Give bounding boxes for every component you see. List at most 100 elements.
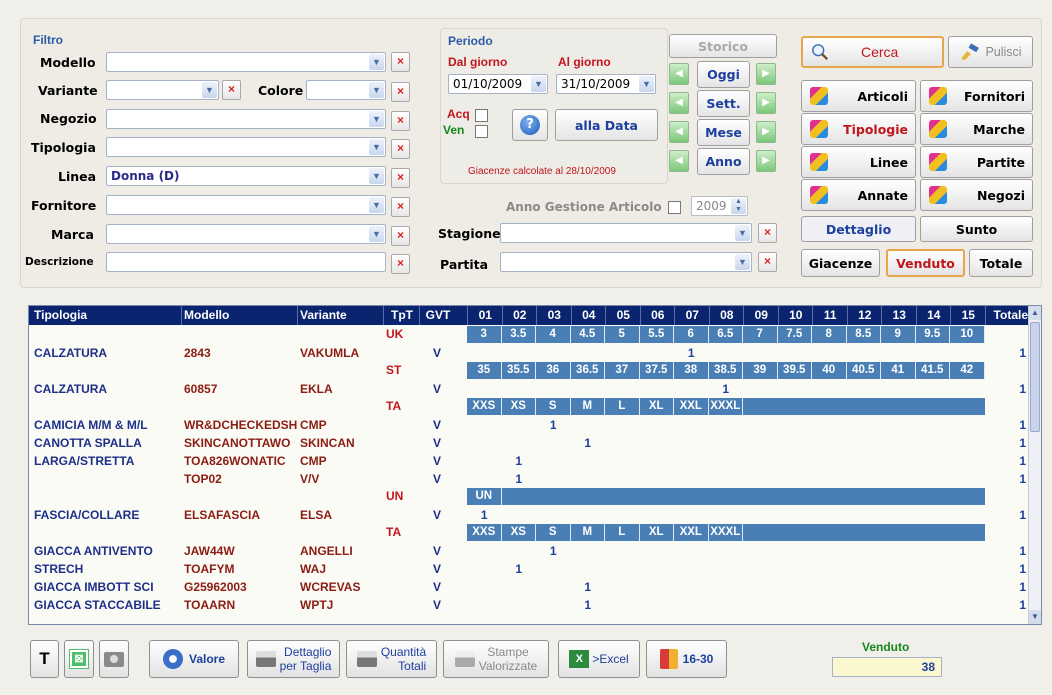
camera-button[interactable]	[99, 640, 129, 678]
prev-mese-button[interactable]: ◀	[669, 121, 689, 143]
grid-header-cell[interactable]: 05	[608, 308, 639, 322]
grid-header-cell[interactable]: 09	[746, 308, 777, 322]
venduto-toggle[interactable]: Venduto	[886, 249, 965, 277]
chevron-down-icon[interactable]: ▼	[202, 82, 217, 98]
table-row[interactable]: GIACCA IMBOTT SCI G25962003 WCREVAS V 1 1	[29, 578, 1029, 596]
al-date-picker[interactable]: 31/10/2009 ▼	[556, 74, 656, 94]
stagione-combo[interactable]: ▼	[500, 223, 752, 243]
grid-header-cell[interactable]: 04	[574, 308, 605, 322]
storico-button[interactable]: Storico	[669, 34, 777, 58]
marca-combo[interactable]: ▼	[106, 224, 386, 244]
chevron-down-icon[interactable]: ▼	[369, 54, 384, 70]
prev-oggi-button[interactable]: ◀	[669, 63, 689, 85]
alla-data-button[interactable]: alla Data	[555, 109, 658, 141]
grid-header-cell[interactable]: 03	[539, 308, 570, 322]
grid-header-cell[interactable]: TpT	[386, 308, 418, 322]
variante-combo[interactable]: ▼	[106, 80, 219, 100]
excel-button[interactable]: X >Excel	[558, 640, 640, 678]
results-grid[interactable]: Tipologia Modello Variante TpT GVT 01 02 03 04 05…	[28, 305, 1042, 625]
chevron-down-icon[interactable]: ▼	[369, 197, 384, 213]
next-mese-button[interactable]: ▶	[756, 121, 776, 143]
descrizione-clear-button[interactable]: ×	[391, 254, 410, 274]
scroll-up-icon[interactable]: ▲	[1029, 306, 1041, 320]
grid-header-cell[interactable]: 06	[643, 308, 674, 322]
chevron-down-icon[interactable]: ▼	[369, 111, 384, 127]
next-anno-button[interactable]: ▶	[756, 150, 776, 172]
next-sett-button[interactable]: ▶	[756, 92, 776, 114]
spinner-icon[interactable]: ▲ ▼	[731, 198, 746, 214]
modello-combo[interactable]: ▼	[106, 52, 386, 72]
chevron-down-icon[interactable]: ▼	[369, 82, 384, 98]
grid-header-cell[interactable]: Modello	[184, 308, 229, 322]
stampe-valorizzate-button[interactable]: Stampe Valorizzate	[443, 640, 549, 678]
chevron-down-icon[interactable]: ▼	[639, 76, 654, 92]
partita-combo[interactable]: ▼	[500, 252, 752, 272]
valore-button[interactable]: Valore	[149, 640, 239, 678]
quantita-totali-button[interactable]: Quantità Totali	[346, 640, 437, 678]
negozio-combo[interactable]: ▼	[106, 109, 386, 129]
grid-header-cell[interactable]: Tipologia	[34, 308, 87, 322]
grid-header-cell[interactable]: Totale	[988, 308, 1028, 322]
table-row[interactable]: CAMICIA M/M & M/L WR&DCHECKEDSH CMP V 1 1	[29, 416, 1029, 434]
colore-clear-button[interactable]: ×	[391, 82, 410, 102]
grid-header-cell[interactable]: 01	[470, 308, 501, 322]
marche-button[interactable]: Marche	[920, 113, 1033, 145]
partite-button[interactable]: Partite	[920, 146, 1033, 178]
table-row[interactable]: CALZATURA 2843 VAKUMLA V 1 1	[29, 344, 1029, 362]
grid-header-cell[interactable]: Variante	[300, 308, 347, 322]
chevron-down-icon[interactable]: ▼	[531, 76, 546, 92]
sunto-toggle[interactable]: Sunto	[920, 216, 1033, 242]
acq-checkbox[interactable]	[475, 109, 488, 122]
linee-button[interactable]: Linee	[801, 146, 916, 178]
oggi-button[interactable]: Oggi	[697, 61, 750, 88]
negozi-button[interactable]: Negozi	[920, 179, 1033, 211]
table-row[interactable]: STRECH TOAFYM WAJ V 1 1	[29, 560, 1029, 578]
chevron-down-icon[interactable]: ▼	[369, 139, 384, 155]
grid-header-cell[interactable]: 02	[505, 308, 536, 322]
table-row[interactable]: GIACCA STACCABILE TOAARN WPTJ V 1 1	[29, 596, 1029, 614]
table-row[interactable]: CALZATURA 60857 EKLA V 1 1	[29, 380, 1029, 398]
fornitore-clear-button[interactable]: ×	[391, 197, 410, 217]
pulisci-button[interactable]: Pulisci	[948, 36, 1033, 68]
dettaglio-taglia-button[interactable]: Dettaglio per Taglia	[247, 640, 340, 678]
grid-header-cell[interactable]: 12	[850, 308, 881, 322]
stagione-clear-button[interactable]: ×	[758, 223, 777, 243]
grid-header-cell[interactable]: 15	[953, 308, 984, 322]
prev-sett-button[interactable]: ◀	[669, 92, 689, 114]
t-button[interactable]: T	[30, 640, 59, 678]
vertical-scrollbar[interactable]: ▲ ▼	[1028, 306, 1041, 624]
chevron-down-icon[interactable]: ▼	[369, 168, 384, 184]
colore-combo[interactable]: ▼	[306, 80, 386, 100]
tipologia-combo[interactable]: ▼	[106, 137, 386, 157]
table-row[interactable]: FASCIA/COLLARE ELSAFASCIA ELSA V 1 1	[29, 506, 1029, 524]
linea-combo[interactable]: Donna (D) ▼	[106, 166, 386, 186]
fornitori-button[interactable]: Fornitori	[920, 80, 1033, 112]
scroll-down-icon[interactable]: ▼	[1029, 610, 1041, 624]
dettaglio-toggle[interactable]: Dettaglio	[801, 216, 916, 242]
anno-button[interactable]: Anno	[697, 148, 750, 175]
chevron-down-icon[interactable]: ▼	[735, 254, 750, 270]
grid-header-cell[interactable]: 08	[712, 308, 743, 322]
range-16-30-button[interactable]: 16-30	[646, 640, 727, 678]
grid-header-cell[interactable]: 14	[919, 308, 950, 322]
fornitore-combo[interactable]: ▼	[106, 195, 386, 215]
tipologie-button[interactable]: Tipologie	[801, 113, 916, 145]
variante-clear-button[interactable]: ×	[222, 80, 241, 100]
sett-button[interactable]: Sett.	[697, 90, 750, 117]
marca-clear-button[interactable]: ×	[391, 226, 410, 246]
table-row[interactable]: CANOTTA SPALLA SKINCANOTTAWO SKINCAN V 1 1	[29, 434, 1029, 452]
table-row[interactable]: TOP02 V/V V 1 1	[29, 470, 1029, 488]
dal-date-picker[interactable]: 01/10/2009 ▼	[448, 74, 548, 94]
linea-clear-button[interactable]: ×	[391, 168, 410, 188]
next-oggi-button[interactable]: ▶	[756, 63, 776, 85]
grid-export-button[interactable]: ⊠	[64, 640, 94, 678]
cerca-button[interactable]: Cerca	[801, 36, 944, 68]
tipologia-clear-button[interactable]: ×	[391, 139, 410, 159]
grid-header-cell[interactable]: GVT	[422, 308, 454, 322]
grid-header-cell[interactable]: 13	[884, 308, 915, 322]
partita-clear-button[interactable]: ×	[758, 252, 777, 272]
ven-checkbox[interactable]	[475, 125, 488, 138]
grid-header-cell[interactable]: 11	[815, 308, 846, 322]
grid-header-cell[interactable]: 07	[677, 308, 708, 322]
anno-gestione-checkbox[interactable]	[668, 201, 681, 214]
